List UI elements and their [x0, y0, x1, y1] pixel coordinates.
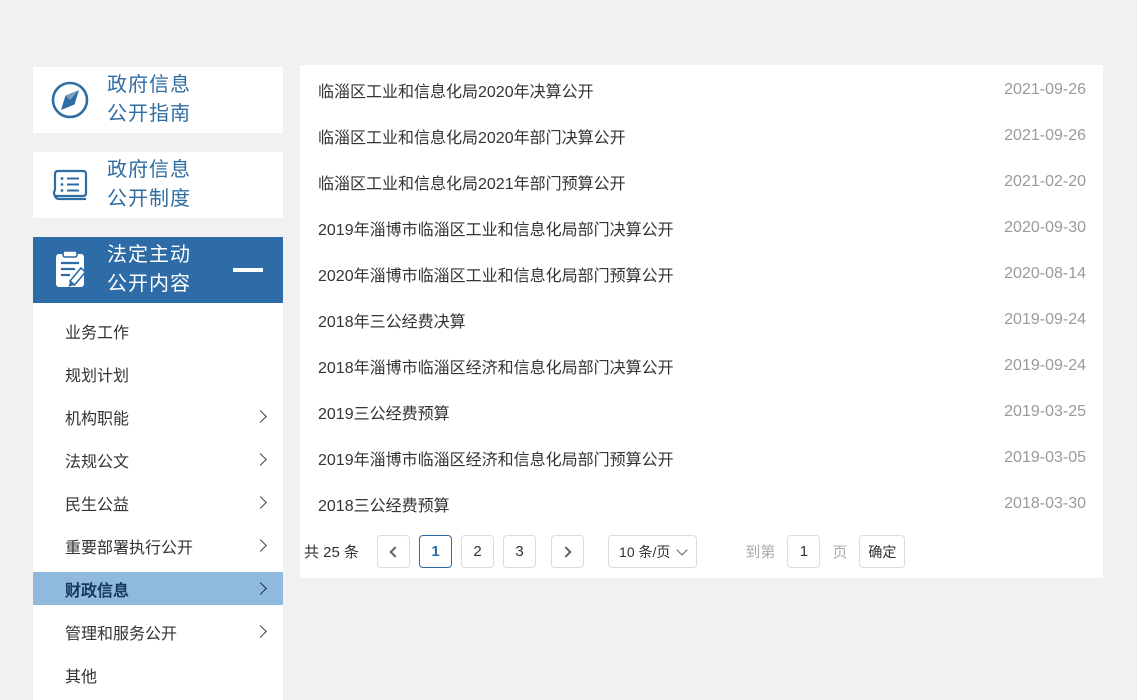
goto-prefix-label: 到第	[745, 541, 775, 562]
prev-page-button[interactable]	[377, 535, 410, 568]
sidebar-item-management-services[interactable]: 管理和服务公开	[33, 610, 283, 653]
sidebar-item-label: 政府信息 公开指南	[107, 71, 191, 129]
next-page-button[interactable]	[551, 535, 584, 568]
article-date: 2019-09-24	[1004, 311, 1086, 329]
menu-label: 法规公文	[65, 448, 129, 472]
sidebar-item-org-functions[interactable]: 机构职能	[33, 395, 283, 438]
article-title[interactable]: 2020年淄博市临淄区工业和信息化局部门预算公开	[318, 262, 674, 286]
chevron-right-icon	[254, 625, 267, 638]
menu-label: 规划计划	[65, 362, 129, 386]
chevron-right-icon	[254, 453, 267, 466]
sidebar-item-guide[interactable]: 政府信息 公开指南	[33, 67, 283, 133]
page-button-1[interactable]: 1	[419, 535, 452, 568]
sidebar-item-fiscal-info[interactable]: 财政信息	[33, 572, 283, 605]
article-date: 2019-09-24	[1004, 357, 1086, 375]
confirm-button[interactable]: 确定	[859, 535, 905, 568]
notebook-icon	[33, 163, 107, 207]
clipboard-pencil-icon	[33, 247, 107, 293]
sidebar-item-livelihood[interactable]: 民生公益	[33, 481, 283, 524]
article-date: 2020-08-14	[1004, 265, 1086, 283]
article-date: 2019-03-25	[1004, 403, 1086, 421]
article-date: 2021-02-20	[1004, 173, 1086, 191]
goto-page-input[interactable]	[787, 535, 820, 568]
menu-label: 管理和服务公开	[65, 620, 177, 644]
sidebar-section-statutory-disclosure[interactable]: 法定主动 公开内容	[33, 237, 283, 303]
chevron-right-icon	[560, 546, 571, 557]
list-item[interactable]: 临淄区工业和信息化局2020年部门决算公开 2021-09-26	[300, 113, 1103, 159]
list-item[interactable]: 临淄区工业和信息化局2021年部门预算公开 2021-02-20	[300, 159, 1103, 205]
menu-label: 机构职能	[65, 405, 129, 429]
sidebar-item-other[interactable]: 其他	[33, 653, 283, 696]
article-title[interactable]: 临淄区工业和信息化局2021年部门预算公开	[318, 170, 626, 194]
collapse-minus-icon[interactable]	[233, 268, 263, 272]
total-count: 共 25 条	[304, 541, 359, 562]
article-title[interactable]: 2018三公经费预算	[318, 492, 450, 516]
list-item[interactable]: 临淄区工业和信息化局2020年决算公开 2021-09-26	[300, 67, 1103, 113]
sidebar-item-regulations[interactable]: 法规公文	[33, 438, 283, 481]
list-item[interactable]: 2018年三公经费决算 2019-09-24	[300, 297, 1103, 343]
page: 政府信息 公开指南 政府信息 公开制度	[0, 0, 1137, 700]
article-list-panel: 临淄区工业和信息化局2020年决算公开 2021-09-26 临淄区工业和信息化…	[300, 65, 1103, 578]
sidebar: 政府信息 公开指南 政府信息 公开制度	[33, 67, 283, 700]
menu-label: 重要部署执行公开	[65, 534, 193, 558]
article-date: 2019-03-05	[1004, 449, 1086, 467]
chevron-right-icon	[254, 496, 267, 509]
pagination: 共 25 条 1 2 3 10 条/页 到第 页 确定	[300, 535, 1103, 568]
list-item[interactable]: 2018年淄博市临淄区经济和信息化局部门决算公开 2019-09-24	[300, 343, 1103, 389]
chevron-down-icon	[677, 544, 688, 555]
list-item[interactable]: 2019年淄博市临淄区经济和信息化局部门预算公开 2019-03-05	[300, 435, 1103, 481]
menu-label: 财政信息	[65, 577, 129, 601]
sidebar-menu: 业务工作 规划计划 机构职能 法规公文 民生公益 重要部署执行公开	[33, 303, 283, 700]
article-title[interactable]: 2019年淄博市临淄区经济和信息化局部门预算公开	[318, 446, 674, 470]
sidebar-item-key-deployment[interactable]: 重要部署执行公开	[33, 524, 283, 567]
sidebar-section-label: 法定主动 公开内容	[107, 241, 191, 299]
menu-label: 其他	[65, 663, 97, 687]
list-item[interactable]: 2019三公经费预算 2019-03-25	[300, 389, 1103, 435]
chevron-left-icon	[389, 546, 400, 557]
article-date: 2020-09-30	[1004, 219, 1086, 237]
compass-icon	[33, 78, 107, 122]
article-title[interactable]: 2018年三公经费决算	[318, 308, 466, 332]
article-title[interactable]: 临淄区工业和信息化局2020年决算公开	[318, 78, 594, 102]
page-button-2[interactable]: 2	[461, 535, 494, 568]
article-date: 2021-09-26	[1004, 127, 1086, 145]
menu-label: 民生公益	[65, 491, 129, 515]
page-button-3[interactable]: 3	[503, 535, 536, 568]
article-date: 2021-09-26	[1004, 81, 1086, 99]
list-item[interactable]: 2018三公经费预算 2018-03-30	[300, 481, 1103, 527]
article-title[interactable]: 2019年淄博市临淄区工业和信息化局部门决算公开	[318, 216, 674, 240]
sidebar-item-label: 政府信息 公开制度	[107, 156, 191, 214]
article-title[interactable]: 2019三公经费预算	[318, 400, 450, 424]
list-item[interactable]: 2020年淄博市临淄区工业和信息化局部门预算公开 2020-08-14	[300, 251, 1103, 297]
sidebar-item-planning[interactable]: 规划计划	[33, 352, 283, 395]
menu-label: 业务工作	[65, 319, 129, 343]
sidebar-item-system[interactable]: 政府信息 公开制度	[33, 152, 283, 218]
sidebar-item-business-work[interactable]: 业务工作	[33, 309, 283, 352]
goto-suffix-label: 页	[832, 541, 847, 562]
chevron-right-icon	[254, 539, 267, 552]
chevron-right-icon	[254, 410, 267, 423]
page-size-select[interactable]: 10 条/页	[608, 535, 697, 568]
article-title[interactable]: 临淄区工业和信息化局2020年部门决算公开	[318, 124, 626, 148]
list-item[interactable]: 2019年淄博市临淄区工业和信息化局部门决算公开 2020-09-30	[300, 205, 1103, 251]
article-title[interactable]: 2018年淄博市临淄区经济和信息化局部门决算公开	[318, 354, 674, 378]
page-size-value: 10 条/页	[619, 542, 670, 562]
page-jump: 到第 页 确定	[745, 535, 905, 568]
chevron-right-icon	[254, 582, 267, 595]
article-date: 2018-03-30	[1004, 495, 1086, 513]
